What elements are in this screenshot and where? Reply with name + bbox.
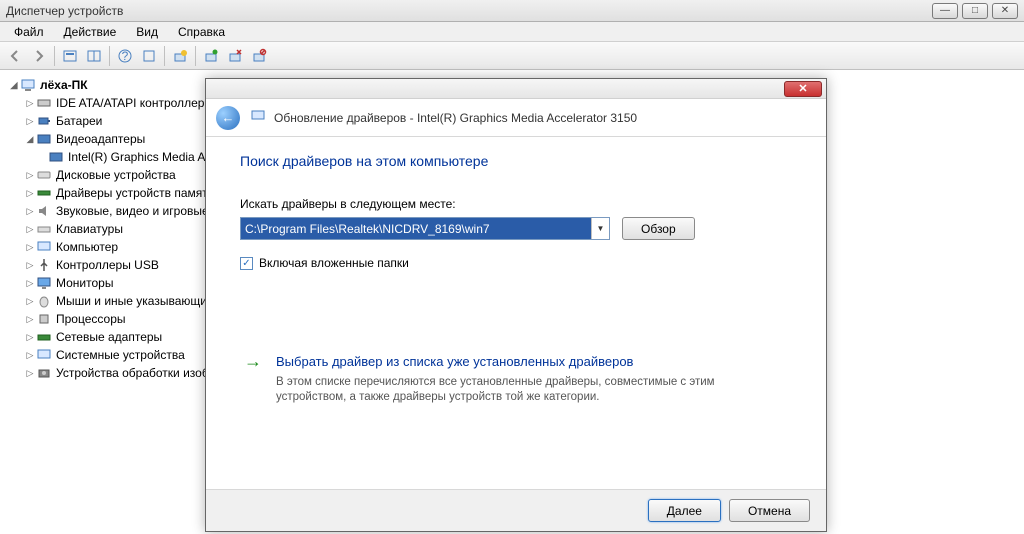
monitor-icon xyxy=(36,275,52,291)
expand-arrow-icon[interactable]: ▷ xyxy=(24,166,36,184)
controller-icon xyxy=(36,95,52,111)
dialog-header: ← Обновление драйверов - Intel(R) Graphi… xyxy=(206,99,826,137)
dialog-close-button[interactable]: ✕ xyxy=(784,81,822,97)
processor-icon xyxy=(36,311,52,327)
dialog-title: Обновление драйверов - Intel(R) Graphics… xyxy=(274,111,637,125)
path-value[interactable]: C:\Program Files\Realtek\NICDRV_8169\win… xyxy=(241,218,591,239)
main-titlebar: Диспетчер устройств — □ ✕ xyxy=(0,0,1024,22)
expand-arrow-icon[interactable]: ▷ xyxy=(24,94,36,112)
toolbar-disable-icon[interactable] xyxy=(248,45,270,67)
menu-file[interactable]: Файл xyxy=(4,23,54,41)
toolbar-icon-1[interactable] xyxy=(59,45,81,67)
next-button[interactable]: Далее xyxy=(648,499,721,522)
disk-icon xyxy=(36,167,52,183)
toolbar-separator xyxy=(109,46,110,66)
include-subfolders-checkbox[interactable]: ✓ xyxy=(240,257,253,270)
window-title: Диспетчер устройств xyxy=(6,4,932,18)
display-adapter-icon xyxy=(36,131,52,147)
display-adapter-icon xyxy=(48,149,64,165)
toolbar-uninstall-icon[interactable] xyxy=(224,45,246,67)
toolbar-forward[interactable] xyxy=(28,45,50,67)
expand-arrow-icon[interactable]: ▷ xyxy=(24,202,36,220)
expand-arrow-icon[interactable]: ▷ xyxy=(24,292,36,310)
expand-arrow-icon[interactable]: ▷ xyxy=(24,220,36,238)
dialog-titlebar: ✕ xyxy=(206,79,826,99)
system-icon xyxy=(36,347,52,363)
usb-icon xyxy=(36,257,52,273)
collapse-arrow-icon[interactable]: ◢ xyxy=(8,76,20,94)
include-subfolders-label: Включая вложенные папки xyxy=(259,256,409,270)
section-title: Поиск драйверов на этом компьютере xyxy=(240,153,792,169)
browse-button[interactable]: Обзор xyxy=(622,217,695,240)
toolbar: ? xyxy=(0,42,1024,70)
expand-arrow-icon[interactable]: ▷ xyxy=(24,328,36,346)
collapse-arrow-icon[interactable]: ◢ xyxy=(24,130,36,148)
battery-icon xyxy=(36,113,52,129)
toolbar-back[interactable] xyxy=(4,45,26,67)
maximize-button[interactable]: □ xyxy=(962,3,988,19)
expand-arrow-icon[interactable]: ▷ xyxy=(24,184,36,202)
toolbar-separator xyxy=(195,46,196,66)
choose-title: Выбрать драйвер из списка уже установлен… xyxy=(276,354,756,369)
dropdown-arrow-icon[interactable]: ▼ xyxy=(591,218,609,239)
choose-from-list-option[interactable]: → Выбрать драйвер из списка уже установл… xyxy=(240,350,792,405)
network-icon xyxy=(36,329,52,345)
keyboard-icon xyxy=(36,221,52,237)
expand-arrow-icon[interactable]: ▷ xyxy=(24,364,36,382)
expand-arrow-icon[interactable]: ▷ xyxy=(24,346,36,364)
arrow-right-icon: → xyxy=(244,354,262,405)
computer-icon xyxy=(20,77,36,93)
computer-icon xyxy=(36,239,52,255)
choose-description: В этом списке перечисляются все установл… xyxy=(276,375,756,405)
mouse-icon xyxy=(36,293,52,309)
toolbar-help-icon[interactable]: ? xyxy=(114,45,136,67)
memory-icon xyxy=(36,185,52,201)
tree-root-label: лёха-ПК xyxy=(40,76,88,94)
close-button[interactable]: ✕ xyxy=(992,3,1018,19)
expand-arrow-icon[interactable]: ▷ xyxy=(24,310,36,328)
menu-view[interactable]: Вид xyxy=(126,23,168,41)
menu-help[interactable]: Справка xyxy=(168,23,235,41)
menu-action[interactable]: Действие xyxy=(54,23,127,41)
expand-arrow-icon[interactable]: ▷ xyxy=(24,112,36,130)
cancel-button[interactable]: Отмена xyxy=(729,499,810,522)
expand-arrow-icon[interactable]: ▷ xyxy=(24,256,36,274)
menubar: Файл Действие Вид Справка xyxy=(0,22,1024,42)
path-label: Искать драйверы в следующем месте: xyxy=(240,197,792,211)
expand-arrow-icon[interactable]: ▷ xyxy=(24,274,36,292)
svg-text:?: ? xyxy=(122,49,129,63)
toolbar-separator xyxy=(164,46,165,66)
toolbar-scan-icon[interactable] xyxy=(169,45,191,67)
expand-arrow-icon[interactable]: ▷ xyxy=(24,238,36,256)
device-icon xyxy=(250,108,266,127)
toolbar-icon-4[interactable] xyxy=(138,45,160,67)
back-button[interactable]: ← xyxy=(216,106,240,130)
sound-icon xyxy=(36,203,52,219)
imaging-icon xyxy=(36,365,52,381)
toolbar-separator xyxy=(54,46,55,66)
toolbar-icon-2[interactable] xyxy=(83,45,105,67)
path-combobox[interactable]: C:\Program Files\Realtek\NICDRV_8169\win… xyxy=(240,217,610,240)
driver-update-dialog: ✕ ← Обновление драйверов - Intel(R) Grap… xyxy=(205,78,827,532)
minimize-button[interactable]: — xyxy=(932,3,958,19)
dialog-footer: Далее Отмена xyxy=(206,489,826,531)
toolbar-update-icon[interactable] xyxy=(200,45,222,67)
